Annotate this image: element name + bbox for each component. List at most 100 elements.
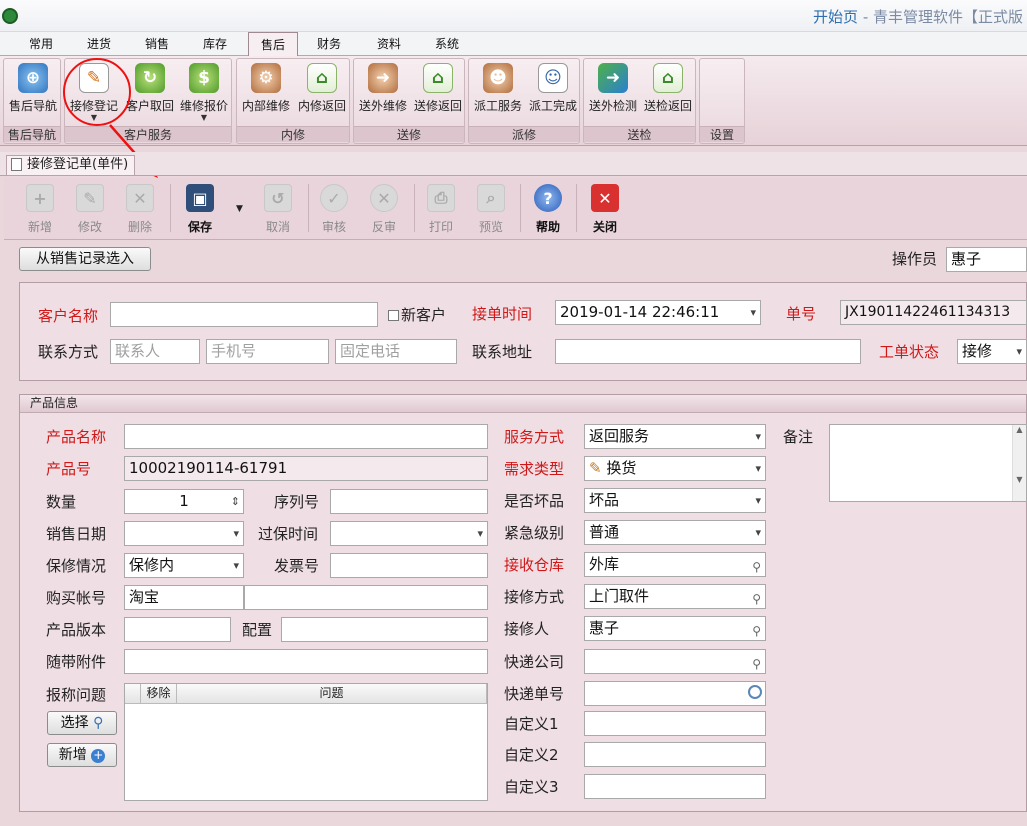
invoice-input[interactable]: [330, 553, 488, 578]
add-issue-button[interactable]: 新增 +: [47, 743, 117, 767]
remark-scrollbar[interactable]: ▲ ▼: [1012, 425, 1026, 501]
select-issue-button[interactable]: 选择 ⚲: [47, 711, 117, 735]
internal-repair-button[interactable]: ⚙ 内部维修: [239, 63, 293, 121]
inspection-return-button[interactable]: ⌂ 送检返回: [641, 63, 695, 121]
courier-input[interactable]: ⚲: [584, 649, 766, 674]
repair-mode-input[interactable]: 上门取件 ⚲: [584, 584, 766, 609]
purchase-account-input[interactable]: 淘宝: [124, 585, 244, 610]
sale-date-picker[interactable]: [124, 521, 244, 546]
tab-sales[interactable]: 销售: [134, 34, 180, 56]
issue-grid[interactable]: 移除 问题: [124, 683, 488, 801]
warehouse-input[interactable]: 外库 ⚲: [584, 552, 766, 577]
preview-button[interactable]: ⌕ 预览: [467, 184, 515, 235]
broken-select[interactable]: 坏品: [584, 488, 766, 513]
custom3-input[interactable]: [584, 774, 766, 799]
cancel-label: 取消: [265, 220, 290, 234]
phone-input[interactable]: 固定电话: [335, 339, 457, 364]
customer-panel: [19, 282, 1027, 381]
tab-finance[interactable]: 财务: [306, 34, 352, 56]
send-out-repair-button[interactable]: ➜ 送外维修: [356, 63, 410, 121]
search-icon[interactable]: [748, 685, 762, 699]
new-button[interactable]: + 新增: [16, 184, 64, 235]
dispatch-complete-button[interactable]: ☺ 派工完成: [526, 63, 580, 121]
tab-system[interactable]: 系统: [424, 34, 470, 56]
search-icon[interactable]: ⚲: [752, 620, 761, 640]
select-from-sales-button[interactable]: 从销售记录选入: [19, 247, 151, 271]
close-button[interactable]: ✕ 关闭: [581, 184, 629, 235]
search-icon[interactable]: ⚲: [752, 588, 761, 608]
purchase-account-detail-input[interactable]: [244, 585, 488, 610]
contact-person-input[interactable]: 联系人: [110, 339, 200, 364]
operator-label: 操作员: [892, 250, 938, 268]
cancel-button[interactable]: ↺ 取消: [254, 184, 302, 235]
house-person-icon: ⌂: [423, 63, 453, 93]
warranty-time-picker[interactable]: [330, 521, 488, 546]
address-input[interactable]: [555, 339, 861, 364]
status-select[interactable]: 接修: [957, 339, 1027, 364]
quantity-stepper[interactable]: 1: [124, 489, 244, 514]
receive-time-picker[interactable]: 2019-01-14 22:46:11: [555, 300, 761, 325]
checkbox-icon: [388, 310, 399, 321]
help-button[interactable]: ? 帮助: [524, 184, 572, 235]
edit-button[interactable]: ✎ 修改: [66, 184, 114, 235]
send-return-label: 送修返回: [413, 99, 462, 113]
grid-col-issue[interactable]: 问题: [177, 684, 487, 704]
save-button[interactable]: ▣ 保存: [176, 184, 224, 235]
internal-return-button[interactable]: ⌂ 内修返回: [295, 63, 349, 121]
unaudit-button[interactable]: ✕ 反审: [360, 184, 408, 235]
service-mode-select[interactable]: 返回服务: [584, 424, 766, 449]
send-inspection-label: 送外检测: [588, 99, 637, 113]
edit-icon: ✎: [76, 184, 104, 212]
custom1-input[interactable]: [584, 711, 766, 736]
repair-quote-button[interactable]: $ 维修报价 ▼: [177, 63, 231, 122]
group-internal-repair: ⚙ 内部维修 ⌂ 内修返回 内修: [236, 58, 350, 144]
title-bar: 开始页 - 青丰管理软件【正式版: [0, 0, 1027, 32]
customer-pickup-button[interactable]: ↻ 客户取回: [123, 63, 177, 121]
order-no-field[interactable]: JX19011422461134313: [840, 300, 1027, 325]
config-input[interactable]: [281, 617, 488, 642]
print-button[interactable]: ⎙ 打印: [417, 184, 465, 235]
tab-purchase[interactable]: 进货: [76, 34, 122, 56]
warranty-status-select[interactable]: 保修内: [124, 553, 244, 578]
close-label: 关闭: [592, 220, 617, 234]
urgency-select[interactable]: 普通: [584, 520, 766, 545]
demand-type-select[interactable]: ✎ 换货: [584, 456, 766, 481]
demand-type-label: 需求类型: [504, 460, 565, 478]
accessory-input[interactable]: [124, 649, 488, 674]
audit-button[interactable]: ✓ 审核: [310, 184, 358, 235]
product-version-input[interactable]: [124, 617, 231, 642]
customer-name-input[interactable]: [110, 302, 378, 327]
document-tab[interactable]: 接修登记单(单件): [6, 155, 136, 175]
send-inspection-button[interactable]: ➜ 送外检测: [586, 63, 640, 121]
tab-after-sales[interactable]: 售后: [248, 32, 298, 57]
receiver-input[interactable]: 惠子 ⚲: [584, 616, 766, 641]
tab-common[interactable]: 常用: [18, 34, 64, 56]
new-customer-checkbox[interactable]: 新客户: [388, 304, 446, 326]
mobile-input[interactable]: 手机号: [206, 339, 329, 364]
save-dropdown-icon[interactable]: ▼: [236, 204, 243, 214]
customer-pickup-label: 客户取回: [125, 99, 174, 113]
grid-row-header: [125, 684, 141, 704]
delete-button[interactable]: ✕ 删除: [116, 184, 164, 235]
grid-col-remove[interactable]: 移除: [141, 684, 177, 704]
operator-field[interactable]: 惠子: [946, 247, 1027, 272]
custom2-input[interactable]: [584, 742, 766, 767]
tab-inventory[interactable]: 库存: [192, 34, 238, 56]
delete-label: 删除: [127, 220, 152, 234]
save-label: 保存: [187, 220, 212, 234]
courier-no-label: 快递单号: [504, 685, 565, 703]
house-return-icon: ⌂: [653, 63, 683, 93]
product-name-input[interactable]: [124, 424, 488, 449]
serial-input[interactable]: [330, 489, 488, 514]
after-sales-nav-button[interactable]: ⊕ 售后导航: [6, 63, 60, 121]
product-no-field[interactable]: 10002190114-61791: [124, 456, 488, 481]
search-icon[interactable]: ⚲: [752, 556, 761, 576]
search-icon[interactable]: ⚲: [752, 653, 761, 673]
help-icon: ?: [534, 184, 562, 212]
send-return-button[interactable]: ⌂ 送修返回: [411, 63, 465, 121]
courier-no-input[interactable]: [584, 681, 766, 706]
tab-data[interactable]: 资料: [366, 34, 412, 56]
dispatch-service-button[interactable]: ☻ 派工服务: [471, 63, 525, 121]
urgency-label: 紧急级别: [504, 524, 565, 542]
remark-textarea[interactable]: ▲ ▼: [829, 424, 1027, 502]
